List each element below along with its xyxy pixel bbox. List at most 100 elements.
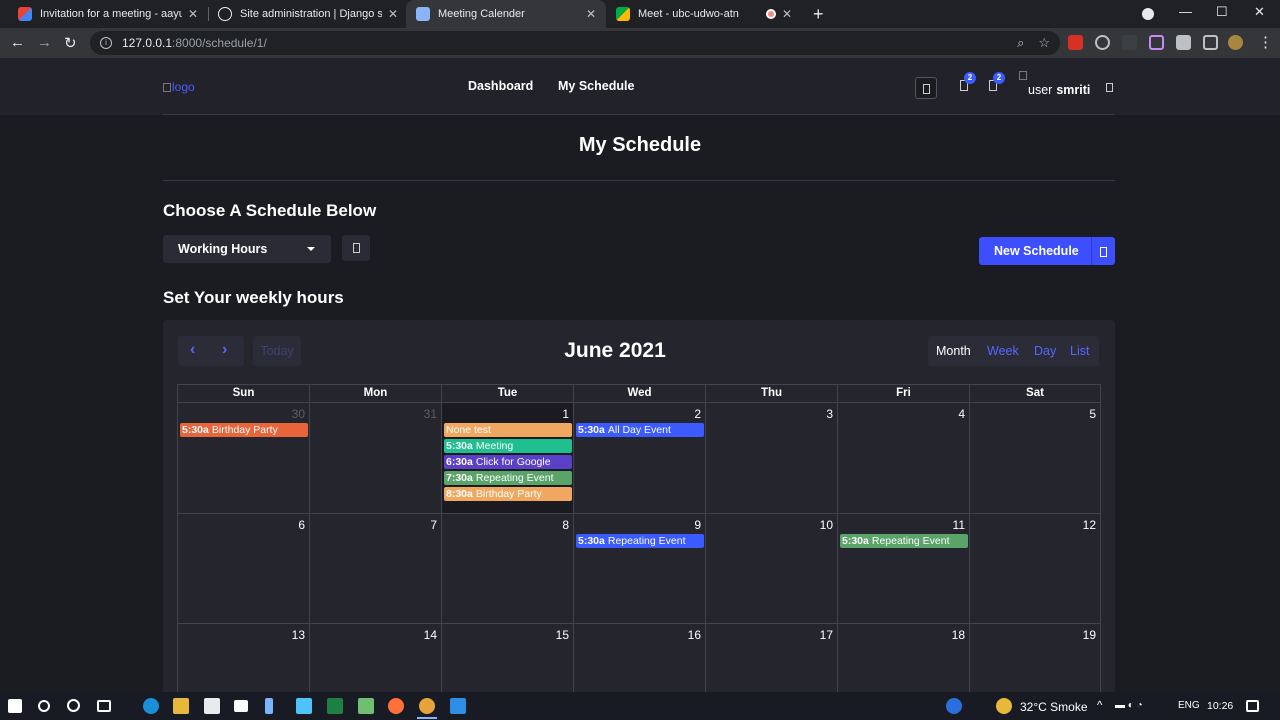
day-number[interactable]: 30 — [292, 407, 305, 421]
day-number[interactable]: 16 — [688, 628, 701, 642]
view-week-button[interactable]: Week — [987, 344, 1019, 358]
day-cell[interactable]: 8 — [441, 513, 573, 623]
zoom-icon[interactable]: ⌕ — [1017, 35, 1024, 51]
task-view-icon[interactable] — [97, 700, 111, 712]
logo-link[interactable]: logo — [163, 80, 195, 94]
day-cell[interactable]: 31 — [309, 403, 441, 513]
view-day-button[interactable]: Day — [1034, 344, 1056, 358]
day-cell[interactable]: 19 — [969, 624, 1101, 692]
day-cell[interactable]: 11 5:30a Repeating Event — [837, 513, 969, 623]
calendar-event[interactable]: None test — [444, 423, 572, 437]
day-cell[interactable]: 5 — [969, 403, 1101, 513]
day-number[interactable]: 9 — [694, 518, 701, 532]
day-number[interactable]: 7 — [430, 518, 437, 532]
new-schedule-button[interactable]: New Schedule — [979, 237, 1115, 265]
view-month-button[interactable]: Month — [936, 344, 971, 358]
edit-schedule-button[interactable] — [342, 235, 370, 261]
puzzle-icon[interactable] — [1176, 35, 1191, 50]
day-cell[interactable]: 17 — [705, 624, 837, 692]
nav-dashboard[interactable]: Dashboard — [468, 79, 533, 93]
day-cell[interactable]: 15 — [441, 624, 573, 692]
calendar-event[interactable]: 7:30a Repeating Event — [444, 471, 572, 485]
day-number[interactable]: 8 — [562, 518, 569, 532]
calendar-event[interactable]: 5:30a Repeating Event — [840, 533, 968, 548]
view-list-button[interactable]: List — [1070, 344, 1089, 358]
browser-tab-django[interactable]: Site administration | Django site ✕ — [208, 0, 408, 28]
forward-button[interactable]: → — [37, 34, 52, 51]
tab-search-icon[interactable] — [1142, 8, 1154, 20]
weather-text[interactable]: 32°C Smoke — [1020, 700, 1088, 714]
windows-start-icon[interactable] — [8, 699, 22, 713]
dropbox-icon[interactable] — [234, 700, 248, 712]
day-number[interactable]: 11 — [953, 518, 965, 532]
window-close-button[interactable]: ✕ — [1254, 4, 1265, 20]
user-menu[interactable]: user smriti — [1019, 71, 1090, 97]
day-cell[interactable]: 4 — [837, 403, 969, 513]
day-number[interactable]: 5 — [1089, 407, 1096, 421]
profile-avatar[interactable] — [1228, 35, 1243, 50]
day-cell[interactable]: 14 — [309, 624, 441, 692]
back-button[interactable]: ← — [10, 34, 25, 51]
day-number[interactable]: 15 — [556, 628, 569, 642]
notifications-icon[interactable] — [1246, 700, 1259, 712]
address-bar[interactable]: i 127.0.0.1:8000/schedule/1/ ⌕ ☆ — [90, 31, 1060, 55]
calendar-event[interactable]: 8:30a Birthday Party — [444, 487, 572, 501]
day-number[interactable]: 14 — [424, 628, 437, 642]
extension-icon[interactable] — [1149, 35, 1164, 50]
day-cell[interactable]: 3 — [705, 403, 837, 513]
day-number[interactable]: 4 — [958, 407, 965, 421]
nav-my-schedule[interactable]: My Schedule — [558, 79, 634, 93]
day-cell[interactable]: 9 5:30a Repeating Event — [573, 513, 705, 623]
day-number[interactable]: 31 — [424, 407, 437, 421]
day-cell[interactable]: 12 — [969, 513, 1101, 623]
clock[interactable]: 10:26 — [1207, 700, 1233, 712]
maximize-button[interactable]: ☐ — [1216, 4, 1228, 20]
day-number[interactable]: 18 — [952, 628, 965, 642]
cast-icon[interactable] — [1203, 35, 1218, 50]
day-number[interactable]: 13 — [292, 628, 305, 642]
bookmark-star-icon[interactable]: ☆ — [1038, 35, 1050, 51]
menu-icon[interactable]: ⋮ — [1258, 33, 1273, 51]
vscode-icon[interactable] — [450, 698, 466, 714]
day-number[interactable]: 17 — [820, 628, 833, 642]
close-icon[interactable]: ✕ — [188, 7, 198, 21]
excel-icon[interactable] — [327, 698, 343, 714]
dropdown-icon[interactable] — [1106, 83, 1113, 92]
close-icon[interactable]: ✕ — [782, 7, 792, 21]
day-cell[interactable]: 10 — [705, 513, 837, 623]
edge-icon[interactable] — [143, 698, 159, 714]
app-icon[interactable] — [358, 698, 374, 714]
file-explorer-icon[interactable] — [173, 698, 189, 714]
tray-chevron-icon[interactable]: ^ — [1097, 700, 1102, 712]
mail-icon[interactable] — [296, 698, 312, 714]
day-cell[interactable]: 1 None test 5:30a Meeting 6:30a Click for Goo… — [441, 403, 573, 513]
extension-icon[interactable] — [1122, 35, 1137, 50]
cortana-icon[interactable] — [67, 699, 80, 712]
day-number[interactable]: 2 — [694, 407, 701, 421]
browser-tab-meeting-calender[interactable]: Meeting Calender ✕ — [406, 0, 606, 28]
day-cell[interactable]: 30 5:30a Birthday Party — [177, 403, 309, 513]
new-tab-button[interactable]: + — [813, 4, 824, 25]
firefox-icon[interactable] — [388, 698, 404, 714]
day-cell[interactable]: 16 — [573, 624, 705, 692]
day-cell[interactable]: 6 — [177, 513, 309, 623]
calendar-event[interactable]: 5:30a Meeting — [444, 439, 572, 453]
chrome-icon[interactable] — [419, 698, 435, 714]
extension-icon[interactable] — [1068, 35, 1083, 50]
day-cell[interactable]: 2 5:30a All Day Event — [573, 403, 705, 513]
help-icon[interactable] — [946, 698, 962, 714]
day-number[interactable]: 6 — [298, 518, 305, 532]
day-number[interactable]: 12 — [1083, 518, 1096, 532]
store-icon[interactable] — [204, 698, 220, 714]
day-number[interactable]: 1 — [562, 407, 569, 421]
calendar-event[interactable]: 5:30a All Day Event — [576, 423, 704, 437]
day-cell[interactable]: 13 — [177, 624, 309, 692]
calendar-event[interactable]: 5:30a Birthday Party — [180, 423, 308, 437]
calendar-event[interactable]: 5:30a Repeating Event — [576, 533, 704, 548]
day-number[interactable]: 19 — [1083, 628, 1096, 642]
search-icon[interactable] — [38, 700, 50, 712]
close-icon[interactable]: ✕ — [586, 7, 596, 21]
add-icon[interactable] — [1091, 237, 1115, 265]
app-icon[interactable] — [265, 698, 273, 714]
browser-tab-gmail[interactable]: Invitation for a meeting - aayush ✕ — [8, 0, 208, 28]
